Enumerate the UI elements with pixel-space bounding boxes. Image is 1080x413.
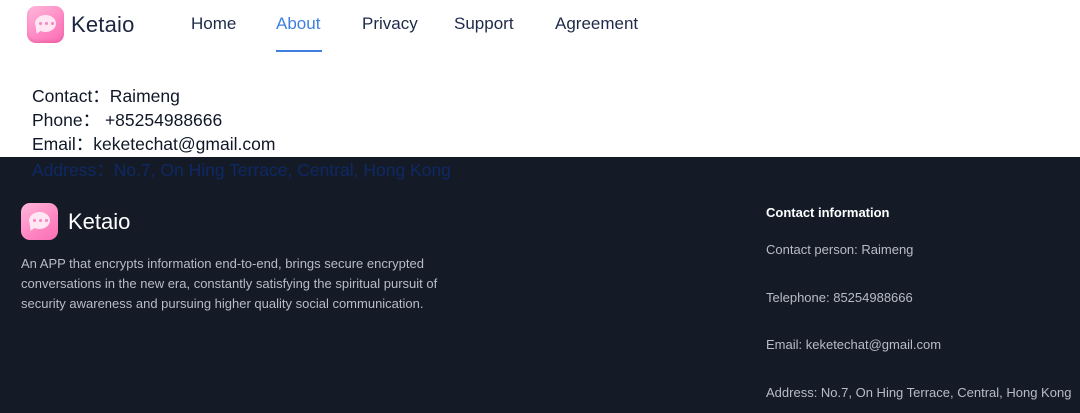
footer-description: An APP that encrypts information end-to-… <box>21 256 438 311</box>
contact-details: Contact：Raimeng Phone： +85254988666 Emai… <box>32 52 275 156</box>
footer-telephone: Telephone: 85254988666 <box>766 289 913 305</box>
page: Ketaio Home About Privacy Support Agreem… <box>0 0 1080 413</box>
nav-home[interactable]: Home <box>191 0 276 52</box>
footer-contact-title: Contact information <box>766 205 890 220</box>
nav-about[interactable]: About <box>276 0 322 52</box>
footer-brand-name: Ketaio <box>68 208 131 234</box>
site-footer: Ketaio An APP that encrypts information … <box>0 157 1080 413</box>
contact-address: Address：No.7, On Hing Terrace, Central, … <box>32 160 451 180</box>
nav-support[interactable]: Support <box>454 0 555 52</box>
brand-name: Ketaio <box>71 11 135 37</box>
main-nav: Home About Privacy Support Agreement <box>191 0 655 52</box>
footer-address: Address: No.7, On Hing Terrace, Central,… <box>766 384 1072 400</box>
nav-agreement[interactable]: Agreement <box>555 0 655 52</box>
footer-email: Email: keketechat@gmail.com <box>766 337 942 352</box>
top-navbar: Ketaio Home About Privacy Support Agreem… <box>0 0 1080 52</box>
brand-logo-link[interactable]: Ketaio <box>27 6 135 43</box>
contact-phone: Phone： +85254988666 <box>32 110 223 130</box>
footer-brand: Ketaio <box>21 203 130 240</box>
contact-name: Contact：Raimeng <box>32 86 180 106</box>
chat-bubble-icon <box>27 6 64 43</box>
footer-contact-info: Contact information Contact person: Raim… <box>766 205 1071 413</box>
chat-bubble-icon <box>21 203 58 240</box>
footer-contact-person: Contact person: Raimeng <box>766 242 914 257</box>
nav-privacy[interactable]: Privacy <box>362 0 454 52</box>
contact-email: Email：keketechat@gmail.com <box>32 134 276 154</box>
